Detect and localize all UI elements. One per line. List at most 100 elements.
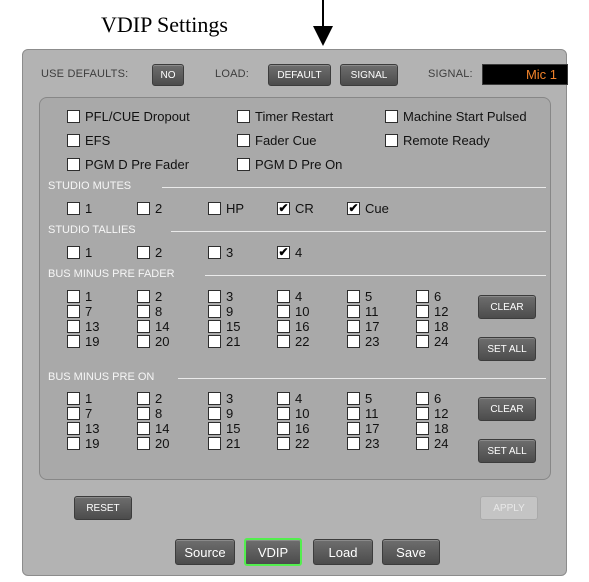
bus-checkbox[interactable]: 3 [208, 290, 233, 303]
studio-tally-checkbox[interactable]: 1 [67, 246, 92, 259]
checkbox-box[interactable] [208, 437, 221, 450]
checkbox-box[interactable] [137, 437, 150, 450]
bus-checkbox[interactable]: 8 [137, 407, 162, 420]
nav-vdip-button[interactable]: VDIP [244, 538, 302, 566]
bus-checkbox[interactable]: 9 [208, 407, 233, 420]
checkbox-box[interactable] [67, 335, 80, 348]
checkbox-box[interactable] [137, 422, 150, 435]
bus-checkbox[interactable]: 19 [67, 437, 99, 450]
bus-checkbox[interactable]: 2 [137, 392, 162, 405]
bus-checkbox[interactable]: 1 [67, 290, 92, 303]
bus-pre-fader-set-all-button[interactable]: SET ALL [478, 337, 536, 361]
bus-checkbox[interactable]: 5 [347, 290, 372, 303]
checkbox-box[interactable] [277, 335, 290, 348]
checkbox-box[interactable] [277, 290, 290, 303]
checkbox-box[interactable]: ✔ [277, 246, 290, 259]
studio-mute-checkbox[interactable]: ✔ Cue [347, 202, 389, 215]
checkbox-box[interactable] [137, 202, 150, 215]
checkbox-box[interactable] [208, 422, 221, 435]
option-checkbox[interactable]: Fader Cue [237, 134, 316, 147]
checkbox-box[interactable] [67, 422, 80, 435]
checkbox-box[interactable] [67, 392, 80, 405]
bus-checkbox[interactable]: 15 [208, 422, 240, 435]
bus-checkbox[interactable]: 11 [347, 407, 379, 420]
checkbox-box[interactable] [237, 134, 250, 147]
bus-checkbox[interactable]: 12 [416, 305, 448, 318]
bus-checkbox[interactable]: 20 [137, 335, 169, 348]
bus-checkbox[interactable]: 10 [277, 305, 309, 318]
nav-source-button[interactable]: Source [175, 539, 235, 565]
bus-checkbox[interactable]: 24 [416, 437, 448, 450]
checkbox-box[interactable] [137, 335, 150, 348]
checkbox-box[interactable] [347, 437, 360, 450]
bus-checkbox[interactable]: 4 [277, 392, 302, 405]
bus-checkbox[interactable]: 23 [347, 335, 379, 348]
bus-checkbox[interactable]: 9 [208, 305, 233, 318]
bus-checkbox[interactable]: 15 [208, 320, 240, 333]
checkbox-box[interactable] [416, 437, 429, 450]
checkbox-box[interactable] [137, 305, 150, 318]
bus-checkbox[interactable]: 19 [67, 335, 99, 348]
checkbox-box[interactable] [416, 392, 429, 405]
bus-checkbox[interactable]: 11 [347, 305, 379, 318]
checkbox-box[interactable] [137, 246, 150, 259]
checkbox-box[interactable] [208, 246, 221, 259]
bus-checkbox[interactable]: 21 [208, 437, 240, 450]
bus-checkbox[interactable]: 14 [137, 320, 169, 333]
checkbox-box[interactable] [67, 134, 80, 147]
bus-pre-on-set-all-button[interactable]: SET ALL [478, 439, 536, 463]
bus-checkbox[interactable]: 3 [208, 392, 233, 405]
bus-checkbox[interactable]: 5 [347, 392, 372, 405]
load-default-button[interactable]: DEFAULT [268, 64, 331, 86]
bus-checkbox[interactable]: 24 [416, 335, 448, 348]
checkbox-box[interactable] [347, 305, 360, 318]
bus-checkbox[interactable]: 13 [67, 422, 99, 435]
checkbox-box[interactable] [385, 134, 398, 147]
bus-checkbox[interactable]: 10 [277, 407, 309, 420]
checkbox-box[interactable] [208, 407, 221, 420]
bus-checkbox[interactable]: 18 [416, 320, 448, 333]
checkbox-box[interactable] [137, 407, 150, 420]
checkbox-box[interactable] [67, 246, 80, 259]
reset-button[interactable]: RESET [74, 496, 132, 520]
bus-checkbox[interactable]: 22 [277, 437, 309, 450]
bus-checkbox[interactable]: 7 [67, 305, 92, 318]
bus-checkbox[interactable]: 17 [347, 320, 379, 333]
use-defaults-no-button[interactable]: NO [152, 64, 184, 86]
bus-checkbox[interactable]: 20 [137, 437, 169, 450]
checkbox-box[interactable] [237, 110, 250, 123]
checkbox-box[interactable] [137, 320, 150, 333]
checkbox-box[interactable] [67, 158, 80, 171]
bus-pre-on-clear-button[interactable]: CLEAR [478, 397, 536, 421]
option-checkbox[interactable]: PGM D Pre On [237, 158, 342, 171]
checkbox-box[interactable] [67, 437, 80, 450]
checkbox-box[interactable] [208, 305, 221, 318]
checkbox-box[interactable] [237, 158, 250, 171]
bus-checkbox[interactable]: 6 [416, 290, 441, 303]
bus-checkbox[interactable]: 6 [416, 392, 441, 405]
bus-checkbox[interactable]: 18 [416, 422, 448, 435]
bus-checkbox[interactable]: 4 [277, 290, 302, 303]
checkbox-box[interactable] [416, 422, 429, 435]
bus-checkbox[interactable]: 7 [67, 407, 92, 420]
bus-checkbox[interactable]: 16 [277, 422, 309, 435]
checkbox-box[interactable] [277, 407, 290, 420]
option-checkbox[interactable]: EFS [67, 134, 110, 147]
bus-checkbox[interactable]: 14 [137, 422, 169, 435]
bus-checkbox[interactable]: 21 [208, 335, 240, 348]
load-signal-button[interactable]: SIGNAL [340, 64, 398, 86]
option-checkbox[interactable]: Remote Ready [385, 134, 490, 147]
bus-checkbox[interactable]: 1 [67, 392, 92, 405]
option-checkbox[interactable]: Timer Restart [237, 110, 333, 123]
bus-checkbox[interactable]: 17 [347, 422, 379, 435]
checkbox-box[interactable] [416, 290, 429, 303]
option-checkbox[interactable]: PFL/CUE Dropout [67, 110, 190, 123]
checkbox-box[interactable] [208, 392, 221, 405]
checkbox-box[interactable] [347, 290, 360, 303]
checkbox-box[interactable] [208, 320, 221, 333]
nav-save-button[interactable]: Save [382, 539, 440, 565]
studio-tally-checkbox[interactable]: 2 [137, 246, 162, 259]
studio-mute-checkbox[interactable]: ✔ CR [277, 202, 314, 215]
checkbox-box[interactable] [347, 407, 360, 420]
bus-checkbox[interactable]: 8 [137, 305, 162, 318]
